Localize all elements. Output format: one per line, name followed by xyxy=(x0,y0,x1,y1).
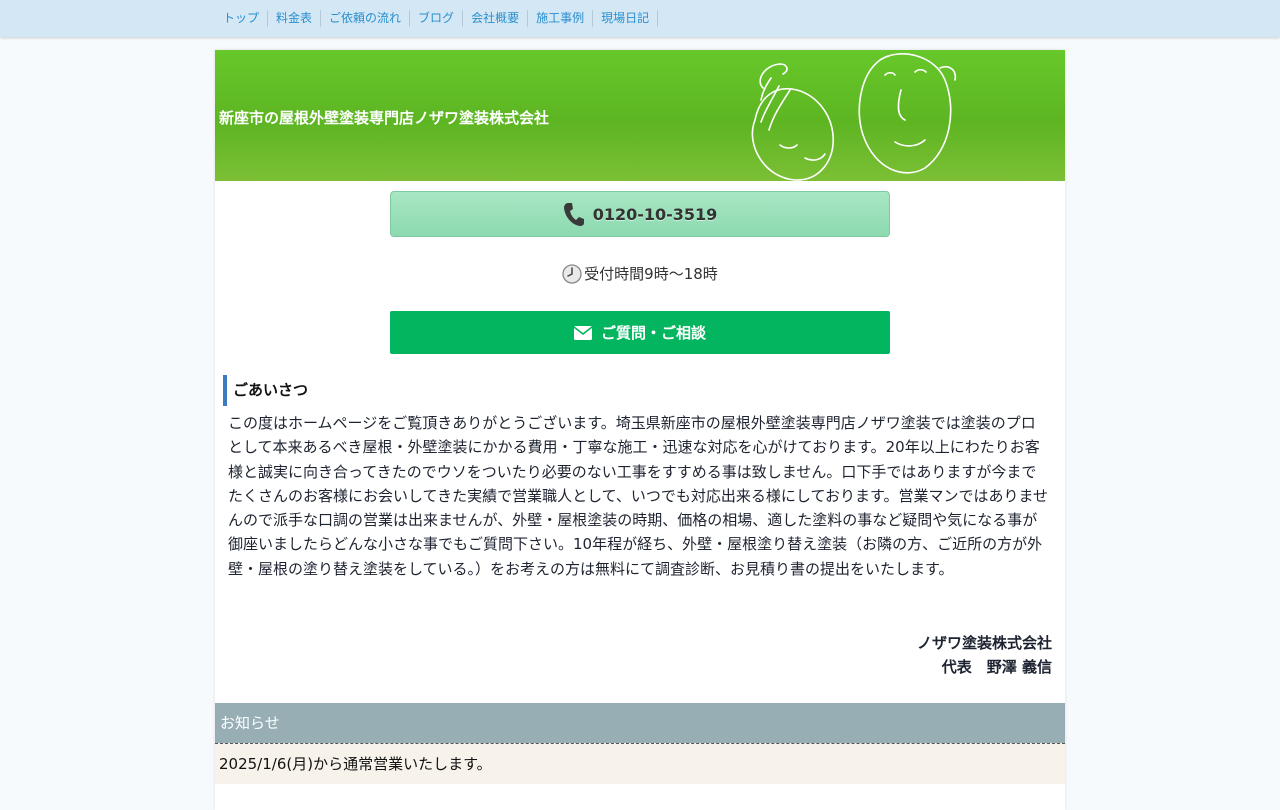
business-hours: 受付時間9時〜18時 xyxy=(215,263,1065,284)
clock-icon xyxy=(562,263,582,284)
news-item[interactable]: 2025/1/6(月)から通常営業いたします。 xyxy=(215,743,1065,784)
greeting-body: この度はホームページをご覧頂きありがとうございます。埼玉県新座市の屋根外壁塗装専… xyxy=(228,414,1049,578)
main-content: 新座市の屋根外壁塗装専門店ノザワ塗装株式会社 0120-10-3519 受付時間… xyxy=(215,50,1065,810)
company-name: ノザワ塗装株式会社 xyxy=(916,634,1052,652)
nav-item-flow[interactable]: ご依頼の流れ xyxy=(321,10,411,27)
phone-number: 0120-10-3519 xyxy=(592,204,718,224)
greeting-heading: ごあいさつ xyxy=(223,375,308,406)
phone-call-button[interactable]: 0120-10-3519 xyxy=(390,191,890,237)
header-illustration xyxy=(751,53,957,181)
site-header: 新座市の屋根外壁塗装専門店ノザワ塗装株式会社 xyxy=(215,50,1065,181)
news-heading: お知らせ xyxy=(215,703,1065,743)
phone-icon xyxy=(563,203,584,226)
signature: ノザワ塗装株式会社 代表 野澤 義信 xyxy=(917,631,1052,679)
nav-item-top[interactable]: トップ xyxy=(215,10,269,27)
inquiry-button-label: ご質問・ご相談 xyxy=(600,324,706,342)
envelope-icon xyxy=(573,325,592,340)
representative-name: 代表 野澤 義信 xyxy=(941,658,1052,676)
top-navigation: トップ 料金表 ご依頼の流れ ブログ 会社概要 施工事例 現場日記 xyxy=(0,0,1280,37)
inquiry-button[interactable]: ご質問・ご相談 xyxy=(390,311,890,354)
nav-item-works[interactable]: 施工事例 xyxy=(528,10,594,27)
business-hours-text: 受付時間9時〜18時 xyxy=(584,265,718,283)
nav-item-pricing[interactable]: 料金表 xyxy=(268,10,322,27)
nav-item-blog[interactable]: ブログ xyxy=(410,10,464,27)
site-title[interactable]: 新座市の屋根外壁塗装専門店ノザワ塗装株式会社 xyxy=(219,107,549,128)
nav-item-company[interactable]: 会社概要 xyxy=(463,10,529,27)
nav-list: トップ 料金表 ご依頼の流れ ブログ 会社概要 施工事例 現場日記 xyxy=(215,10,659,27)
nav-item-diary[interactable]: 現場日記 xyxy=(593,10,659,27)
